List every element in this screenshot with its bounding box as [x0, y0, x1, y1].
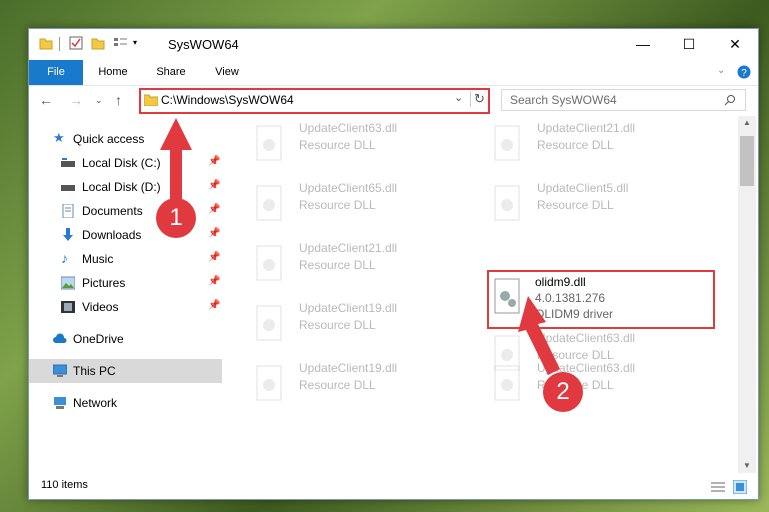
annotation-overlay — [160, 118, 560, 375]
arrow-up-annotation — [160, 118, 192, 200]
step-badge-2: 2 — [543, 372, 583, 412]
step-badge-1: 1 — [156, 198, 196, 238]
arrow-diagonal-annotation — [518, 296, 560, 375]
